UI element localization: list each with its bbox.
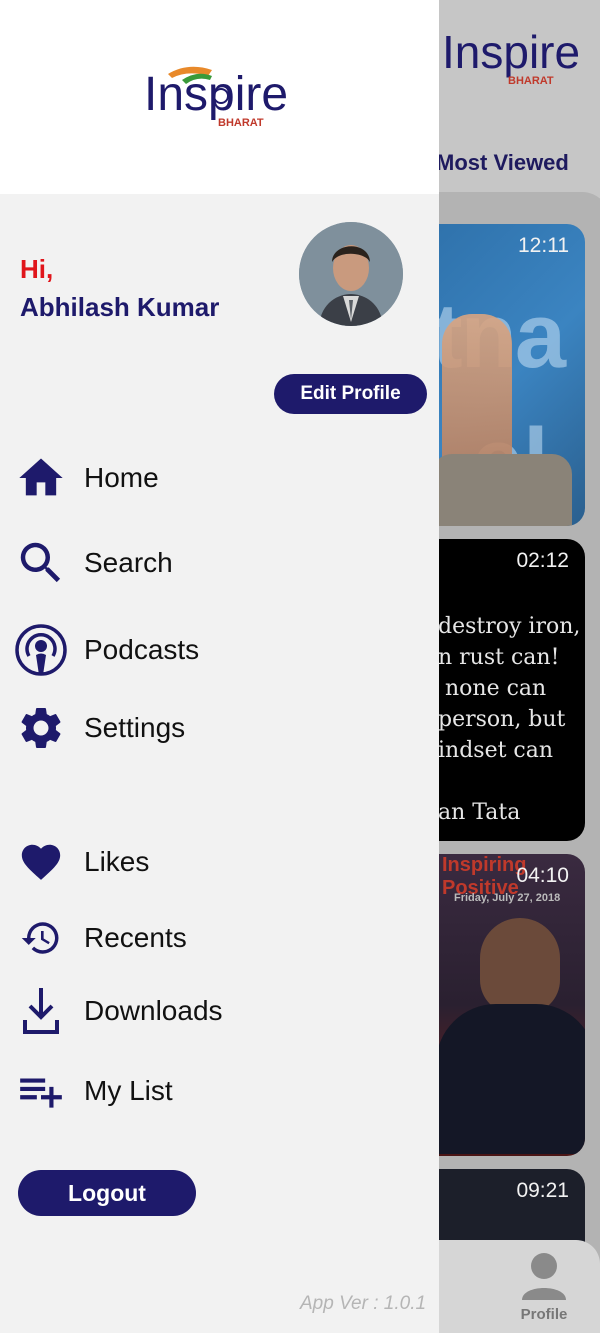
app-logo: Inspire BHARAT	[144, 66, 288, 129]
podcast-icon	[14, 623, 68, 677]
drawer-header: Inspire BHARAT	[0, 0, 439, 194]
menu-item-label: Recents	[84, 922, 187, 953]
gear-icon	[14, 701, 68, 755]
playlist-add-icon	[14, 1064, 68, 1118]
menu-item-settings[interactable]: Settings	[14, 700, 185, 756]
menu-item-downloads[interactable]: Downloads	[14, 983, 223, 1039]
edit-profile-button[interactable]: Edit Profile	[274, 374, 427, 414]
logo-subtext-bg: BHARAT	[508, 75, 554, 87]
person-icon	[522, 1253, 566, 1300]
history-icon	[14, 911, 68, 965]
user-name: Abhilash Kumar	[20, 292, 220, 322]
nav-profile[interactable]: Profile	[504, 1250, 584, 1323]
menu-item-recents[interactable]: Recents	[14, 910, 187, 966]
menu-item-label: Home	[84, 462, 159, 493]
menu-item-label: Downloads	[84, 995, 223, 1026]
video-duration: 09:21	[516, 1179, 569, 1202]
menu-item-label: Podcasts	[84, 634, 200, 665]
navigation-drawer: Inspire BHARAT Hi, Abhilash Kumar Edit P…	[0, 0, 439, 1333]
quote-text: destroy iron, n rust can! none can perso…	[438, 614, 581, 825]
menu-item-label: Likes	[84, 846, 150, 877]
logo-subtext: BHARAT	[218, 117, 264, 129]
menu-item-search[interactable]: Search	[14, 535, 173, 591]
app-logo-bg: Inspire BHARAT	[442, 26, 580, 87]
menu-item-my-list[interactable]: My List	[14, 1063, 173, 1119]
menu-item-likes[interactable]: Likes	[14, 834, 149, 890]
nav-profile-label: Profile	[520, 1306, 568, 1323]
video-duration: 04:10	[516, 864, 569, 887]
logo-text-bg: Inspire	[442, 26, 580, 78]
video-duration: 02:12	[516, 549, 569, 572]
tab-most-viewed[interactable]: Most Viewed	[436, 150, 569, 176]
greeting: Hi,	[20, 254, 54, 284]
heart-icon	[14, 835, 68, 889]
search-icon	[14, 536, 68, 590]
poster-date: Friday, July 27, 2018	[454, 892, 561, 904]
video-duration: 12:11	[518, 234, 569, 257]
avatar-photo	[299, 222, 403, 326]
menu-item-home[interactable]: Home	[14, 450, 159, 506]
menu-item-podcasts[interactable]: Podcasts	[14, 622, 199, 678]
home-icon	[14, 451, 68, 505]
app-version: App Ver : 1.0.1	[300, 1293, 427, 1314]
avatar[interactable]	[299, 222, 403, 326]
logout-button[interactable]: Logout	[18, 1170, 196, 1216]
menu-item-label: Settings	[84, 712, 186, 743]
logo-text: Inspire	[144, 68, 288, 121]
menu-item-label: Search	[84, 547, 173, 578]
download-icon	[14, 984, 68, 1038]
menu-item-label: My List	[84, 1075, 173, 1106]
